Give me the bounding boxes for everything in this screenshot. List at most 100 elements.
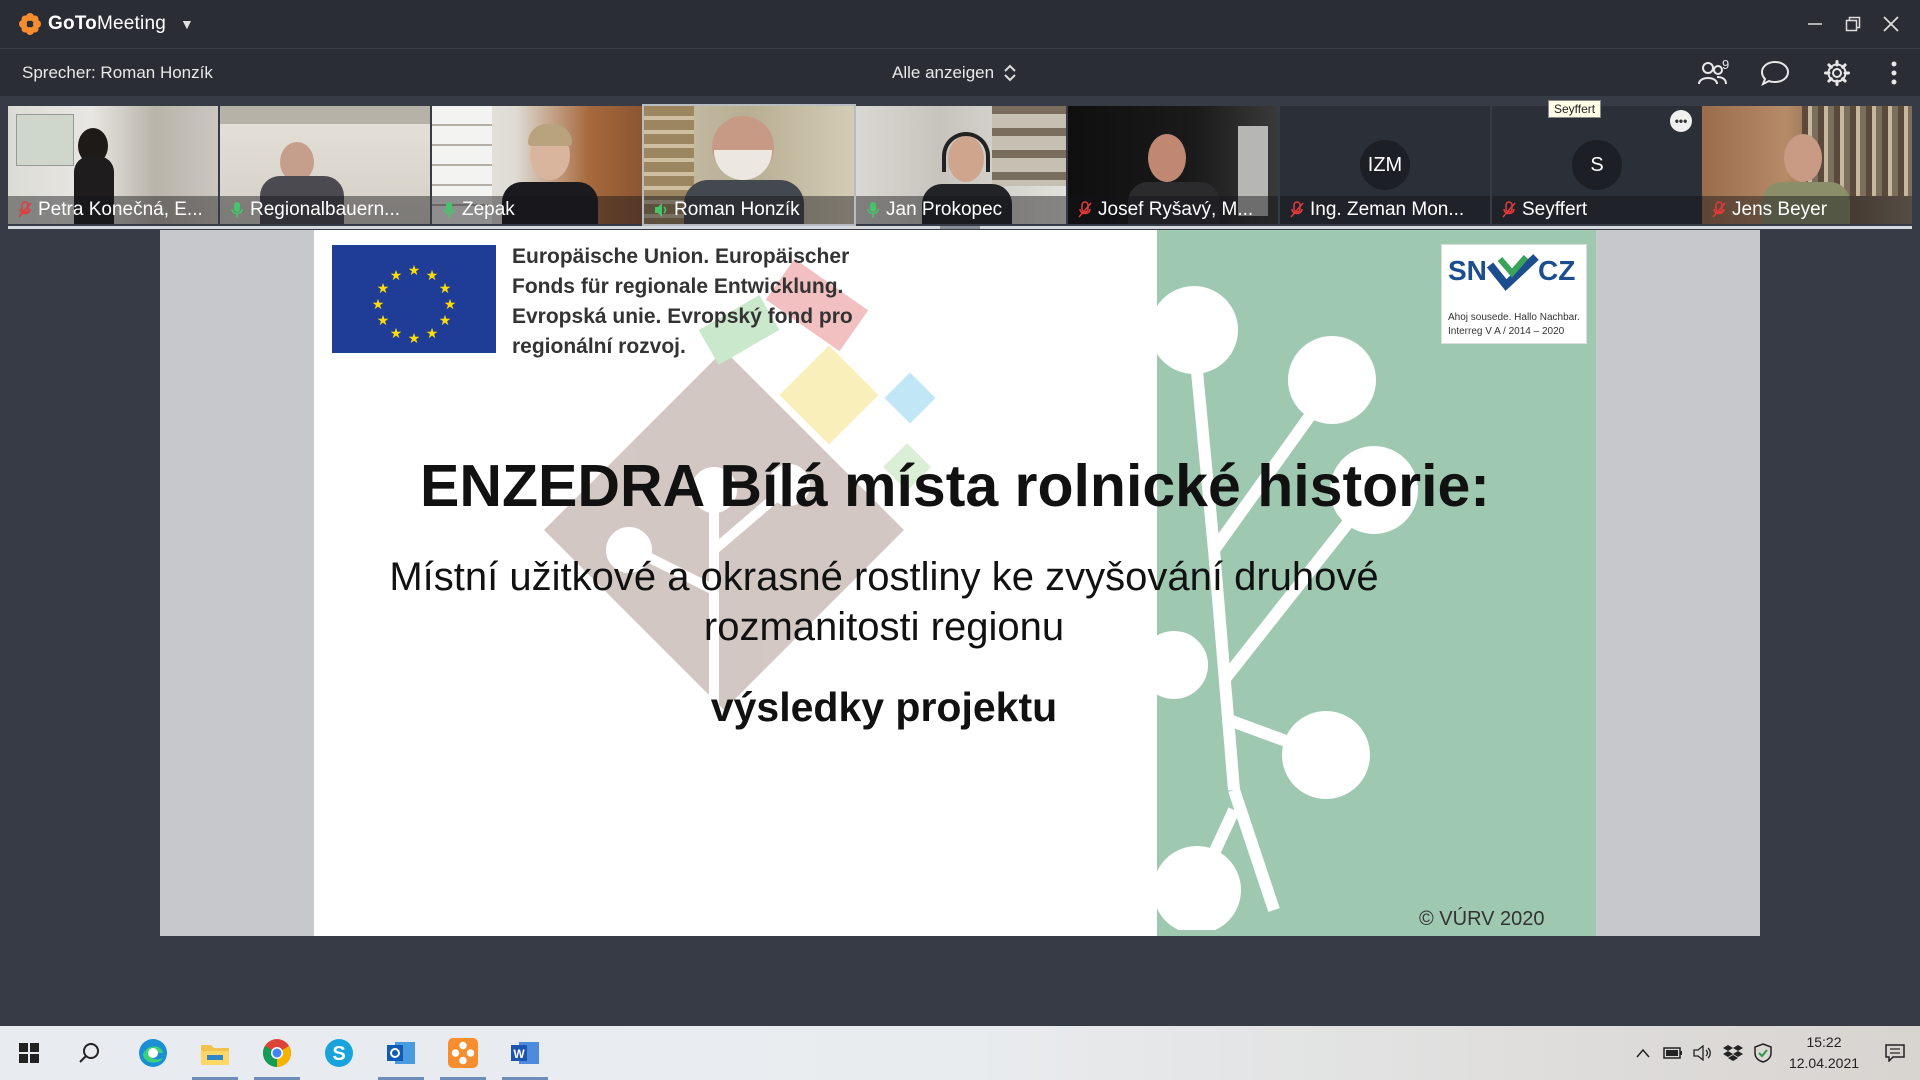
- checkmark-logo-icon: [1486, 254, 1539, 291]
- system-tray: 15:22 12.04.2021: [1628, 1026, 1920, 1080]
- svg-text:★: ★: [426, 268, 439, 284]
- participant-name: Jens Beyer: [1732, 199, 1828, 220]
- taskbar-file-explorer[interactable]: [186, 1026, 244, 1080]
- avatar: IZM: [1360, 140, 1410, 190]
- gear-icon: [1824, 60, 1850, 86]
- mic-muted-icon: [18, 201, 32, 218]
- svg-text:★: ★: [426, 326, 439, 342]
- start-button[interactable]: [0, 1026, 58, 1080]
- clock-date: 12.04.2021: [1788, 1055, 1860, 1071]
- participant-name: Roman Honzík: [674, 199, 800, 220]
- svg-text:★: ★: [444, 297, 457, 313]
- participant-tile[interactable]: Petra Konečná, E...: [8, 106, 218, 224]
- chat-button[interactable]: [1744, 49, 1806, 97]
- svg-text:★: ★: [408, 331, 421, 347]
- battery-icon: [1663, 1047, 1682, 1059]
- folder-icon: [201, 1045, 229, 1065]
- taskbar-chrome[interactable]: [248, 1026, 306, 1080]
- app-name: GoToMeeting: [48, 13, 166, 34]
- kebab-menu-icon: [1891, 61, 1897, 85]
- edge-browser-icon: [139, 1039, 167, 1067]
- participant-tile[interactable]: Jan Prokopec: [856, 106, 1066, 224]
- taskbar-gotomeeting[interactable]: [434, 1026, 492, 1080]
- participant-name: Petra Konečná, E...: [38, 199, 203, 220]
- restore-icon: [1845, 16, 1861, 32]
- notification-icon: [1885, 1044, 1905, 1062]
- participant-count: 9: [1722, 57, 1730, 72]
- logo-cz-text: CZ: [1538, 255, 1576, 286]
- close-button[interactable]: [1872, 0, 1910, 48]
- eu-text-line: Europäische Union. Europäischer: [512, 245, 850, 268]
- participant-name: Josef Ryšavý, M...: [1098, 199, 1254, 220]
- logo-tagline: Ahoj sousede. Hallo Nachbar.: [1448, 312, 1580, 323]
- tooltip: Seyffert: [1548, 100, 1602, 118]
- battery-button[interactable]: [1658, 1026, 1688, 1080]
- eu-text-line: Fonds für regionale Entwicklung.: [512, 275, 844, 298]
- participant-tile[interactable]: Zepak: [432, 106, 642, 224]
- restore-button[interactable]: [1834, 0, 1872, 48]
- taskbar-word[interactable]: W: [496, 1026, 554, 1080]
- windows-taskbar: S W 15:22 12.04.2021: [0, 1026, 1920, 1080]
- eu-flag-logo: ★ ★ ★ ★ ★ ★ ★ ★ ★ ★ ★ ★: [332, 245, 496, 353]
- taskbar-skype[interactable]: S: [310, 1026, 368, 1080]
- volume-button[interactable]: [1688, 1026, 1718, 1080]
- meeting-toolbar: Sprecher: Roman Honzík Alle anzeigen 9: [0, 48, 1920, 96]
- action-center-button[interactable]: [1870, 1026, 1920, 1080]
- participant-name: Zepak: [462, 199, 515, 220]
- taskbar-edge[interactable]: [124, 1026, 182, 1080]
- slide-subtitle-line: rozmanitosti regionu: [703, 605, 1065, 649]
- gotomeeting-logo-icon: [19, 13, 41, 35]
- view-all-label: Alle anzeigen: [892, 63, 995, 82]
- mic-muted-icon: [1078, 201, 1092, 218]
- shield-icon: [1754, 1043, 1772, 1063]
- more-options-button[interactable]: [1868, 49, 1920, 97]
- svg-text:S: S: [332, 1043, 345, 1065]
- settings-button[interactable]: [1806, 49, 1868, 97]
- participant-more-options-icon[interactable]: •••: [1670, 110, 1692, 132]
- participant-name: Jan Prokopec: [886, 199, 1003, 220]
- strip-scrollbar-thumb[interactable]: [940, 226, 980, 229]
- title-bar: GoToMeeting ▼: [0, 0, 1920, 48]
- show-hidden-icons-button[interactable]: [1628, 1026, 1658, 1080]
- participants-button[interactable]: 9: [1682, 49, 1744, 97]
- participant-tile[interactable]: IZM Ing. Zeman Mon...: [1280, 106, 1490, 224]
- eu-stars-icon: ★ ★ ★ ★ ★ ★ ★ ★ ★ ★ ★ ★: [372, 263, 457, 347]
- app-menu[interactable]: GoToMeeting ▼: [18, 12, 194, 36]
- interreg-sn-cz-logo: SN CZ Ahoj sousede. Hallo Nachbar. Inter…: [1441, 244, 1587, 344]
- slide-subtitle: Místní užitkové a okrasné rostliny ke zv…: [384, 552, 1384, 652]
- mic-muted-icon: [1290, 201, 1304, 218]
- participant-tile[interactable]: Regionalbauern...: [220, 106, 430, 224]
- svg-text:W: W: [513, 1047, 525, 1061]
- eu-funding-text: Europäische Union. Europäischer Fonds fü…: [512, 242, 853, 362]
- taskbar-outlook[interactable]: [372, 1026, 430, 1080]
- participant-strip: Petra Konečná, E... Regionalbauern... Ze…: [0, 96, 1920, 230]
- taskbar-clock[interactable]: 15:22 12.04.2021: [1778, 1032, 1870, 1074]
- windows-logo-icon: [19, 1043, 39, 1063]
- slide-copyright: © VÚRV 2020: [1419, 908, 1545, 930]
- svg-text:★: ★: [372, 297, 385, 313]
- minimize-icon: [1808, 23, 1822, 25]
- outlook-icon: [387, 1042, 415, 1064]
- svg-text:★: ★: [390, 326, 403, 342]
- logo-sn-text: SN: [1448, 255, 1487, 286]
- avatar: S: [1572, 140, 1622, 190]
- participant-tile[interactable]: Jens Beyer: [1702, 106, 1912, 224]
- search-button[interactable]: [60, 1026, 118, 1080]
- participant-tile[interactable]: Josef Ryšavý, M...: [1068, 106, 1278, 224]
- slide-results-heading: výsledky projektu: [710, 684, 1058, 730]
- view-all-button[interactable]: Alle anzeigen: [892, 49, 1016, 97]
- mic-muted-icon: [1502, 201, 1516, 218]
- dropbox-button[interactable]: [1718, 1026, 1748, 1080]
- security-button[interactable]: [1748, 1026, 1778, 1080]
- minimize-button[interactable]: [1796, 0, 1834, 48]
- speaker-label: Sprecher: Roman Honzík: [22, 62, 213, 82]
- close-icon: [1883, 16, 1899, 32]
- search-icon: [79, 1043, 99, 1063]
- mic-icon: [231, 202, 243, 218]
- participant-name: Ing. Zeman Mon...: [1310, 199, 1465, 220]
- up-down-chevron-icon: [1004, 64, 1016, 82]
- mic-muted-icon: [1712, 201, 1726, 218]
- chevron-down-icon[interactable]: ▼: [180, 16, 194, 32]
- slide-subtitle-line: Místní užitkové a okrasné rostliny ke zv…: [389, 555, 1379, 599]
- participant-tile-active-speaker[interactable]: Roman Honzík: [642, 104, 856, 226]
